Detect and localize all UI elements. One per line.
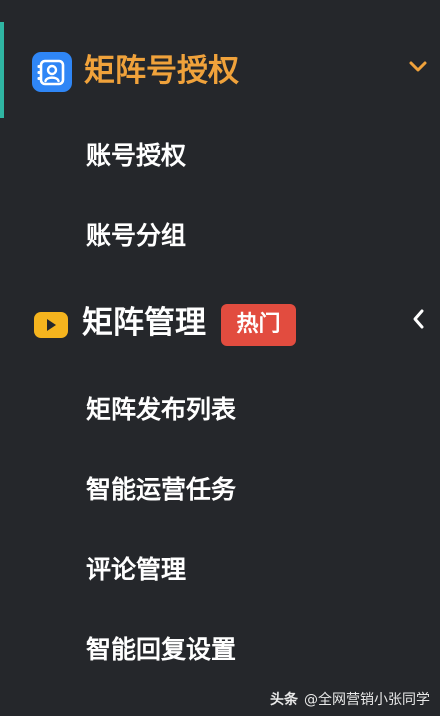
watermark: 头条 @全网营销小张同学	[270, 690, 430, 710]
sidebar-menu: 矩阵号授权 账号授权 账号分组 矩阵管理 热门 矩阵发布列表 智能运营任务 评论…	[0, 0, 440, 716]
hot-badge: 热门	[221, 304, 296, 346]
section-title: 矩阵管理	[82, 305, 206, 341]
watermark-brand: 头条	[270, 692, 298, 708]
video-icon	[34, 312, 68, 338]
menu-item-comment-management[interactable]: 评论管理	[86, 550, 186, 590]
menu-item-smart-operation-tasks[interactable]: 智能运营任务	[86, 470, 236, 510]
menu-item-smart-reply-settings[interactable]: 智能回复设置	[86, 630, 236, 670]
section-header-matrix-management[interactable]: 矩阵管理 热门	[0, 288, 440, 358]
chevron-left-icon[interactable]	[408, 306, 430, 332]
section-header-matrix-authorization[interactable]: 矩阵号授权	[0, 36, 440, 106]
menu-item-matrix-publish-list[interactable]: 矩阵发布列表	[86, 390, 236, 430]
section-title: 矩阵号授权	[84, 53, 239, 89]
chevron-down-icon[interactable]	[406, 54, 430, 78]
watermark-author: @全网营销小张同学	[304, 692, 430, 708]
user-card-icon	[32, 52, 72, 92]
menu-item-account-grouping[interactable]: 账号分组	[86, 216, 186, 256]
menu-item-account-authorization[interactable]: 账号授权	[86, 136, 186, 176]
